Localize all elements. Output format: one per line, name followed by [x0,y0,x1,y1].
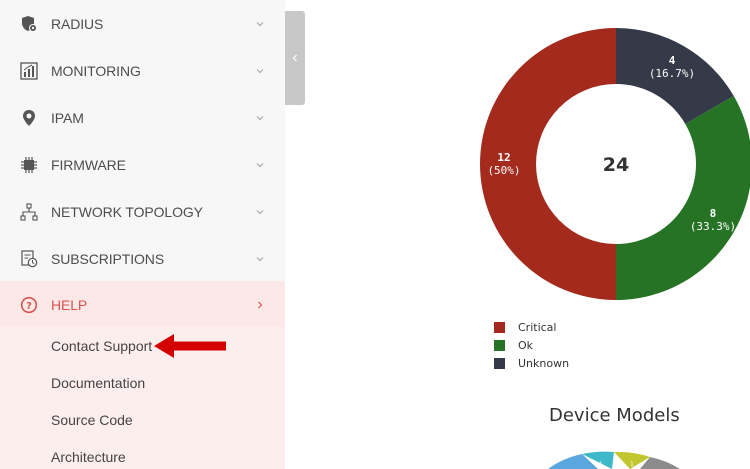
pie-slice-label: 1 [630,461,634,468]
pie-slice-label: 1 [599,461,603,468]
device-models-chart: 1 1 [548,451,680,469]
